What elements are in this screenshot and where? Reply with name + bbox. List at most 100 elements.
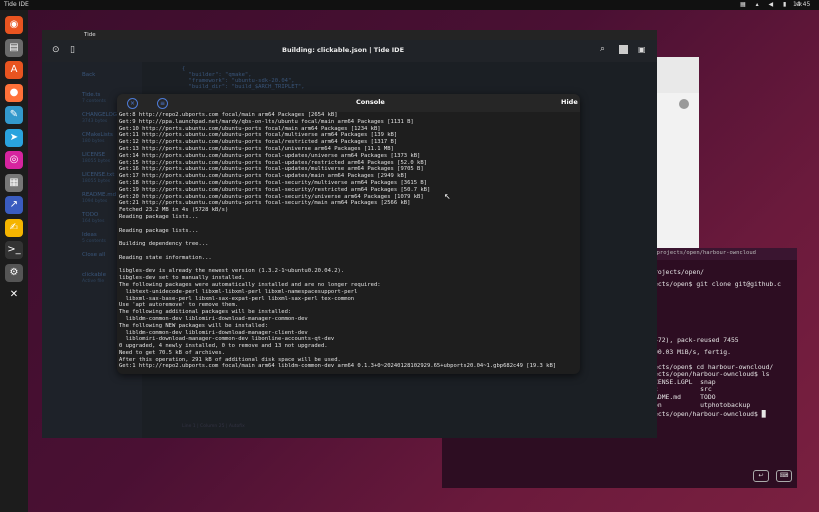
firefox-icon[interactable]: ● bbox=[5, 83, 23, 102]
terminal-line: ects/open/harbour-owncloud$ ls bbox=[654, 370, 770, 378]
terminal-line: on utphotobackup bbox=[654, 401, 751, 409]
console-line: Get:15 http://ports.ubuntu.com/ubuntu-po… bbox=[119, 159, 427, 166]
console-line: Get:10 http://ports.ubuntu.com/ubuntu-po… bbox=[119, 125, 381, 132]
feather-icon[interactable]: ✎ bbox=[5, 106, 23, 124]
sidebar-item[interactable]: LICENSE.txt bbox=[82, 172, 114, 178]
console-line: Get:18 http://ports.ubuntu.com/ubuntu-po… bbox=[119, 179, 427, 186]
console-line: libgles-dev is already the newest versio… bbox=[119, 268, 345, 275]
clear-icon[interactable]: ≡ bbox=[157, 98, 168, 109]
telegram-icon[interactable]: ➤ bbox=[5, 128, 23, 147]
console-line: Get:16 http://ports.ubuntu.com/ubuntu-po… bbox=[119, 166, 424, 173]
sidebar-item-detail: 18055 bytes bbox=[82, 159, 111, 164]
terminal-line: 00.03 MiB/s, fertig. bbox=[654, 348, 731, 356]
console-line: libgles-dev set to manually installed. bbox=[119, 275, 245, 282]
code-line: "build_dir": "build_$ARCH_TRIPLET", bbox=[182, 84, 305, 90]
sidebar-item-detail: 18055 bytes bbox=[82, 179, 111, 184]
sidebar-item[interactable]: CHANGELOG bbox=[82, 112, 117, 118]
terminal-icon[interactable]: ▣ bbox=[638, 45, 646, 54]
code-editor[interactable]: { "builder": "qmake", "framework": "ubun… bbox=[182, 66, 305, 90]
instagram-icon[interactable]: ◎ bbox=[5, 151, 23, 169]
console-line: The following additional packages will b… bbox=[119, 309, 292, 316]
terminal-line: c src bbox=[654, 385, 712, 393]
sidebar-item[interactable]: TODO bbox=[82, 212, 98, 218]
tide-icon[interactable]: ↗ bbox=[5, 196, 23, 214]
terminal-line: rojects/open/ bbox=[654, 268, 705, 276]
terminal-line: ects/open$ git clone git@github.c bbox=[654, 280, 781, 288]
ide-header: ⊙ ▯ Building: clickable.json | Tide IDE … bbox=[42, 40, 657, 62]
terminal-title: ~/projects/open/harbour-owncloud bbox=[650, 250, 756, 256]
console-output: Get:8 http://repo2.ubports.com focal/mai… bbox=[119, 112, 579, 370]
console-line: The following packages were automaticall… bbox=[119, 281, 381, 288]
sidebar-item[interactable]: README.md bbox=[82, 192, 116, 198]
console-line: Reading package lists... bbox=[119, 227, 199, 234]
console-line: After this operation, 291 kB of addition… bbox=[119, 356, 341, 363]
settings-icon[interactable]: ⚙ bbox=[5, 263, 23, 282]
avatar[interactable] bbox=[679, 99, 689, 109]
console-dialog: × ≡ Console Hide Get:8 http://repo2.ubpo… bbox=[117, 94, 580, 374]
menu-icon[interactable]: ⊙ bbox=[52, 45, 60, 55]
active-app-name[interactable]: Tide IDE bbox=[4, 0, 29, 10]
console-line: Get:19 http://ports.ubuntu.com/ubuntu-po… bbox=[119, 186, 431, 193]
console-line: Get:8 http://repo2.ubports.com focal/mai… bbox=[119, 112, 338, 118]
sidebar-item[interactable]: LICENSE bbox=[82, 152, 105, 158]
browser-toolbar bbox=[655, 57, 699, 93]
sidebar-item-detail: Active file bbox=[82, 279, 105, 284]
terminal-icon[interactable]: >_ bbox=[5, 241, 23, 259]
ide-window-title: Tide bbox=[84, 32, 96, 38]
browser-window[interactable] bbox=[655, 57, 699, 252]
console-line: libldm-common-dev liblomiri-download-man… bbox=[119, 315, 308, 322]
appcenter-icon[interactable]: A bbox=[5, 61, 23, 79]
hide-button[interactable]: Hide bbox=[561, 98, 578, 106]
ide-titlebar: Tide bbox=[42, 30, 657, 40]
ide-title: Building: clickable.json | Tide IDE bbox=[282, 46, 405, 54]
console-line: libxml-sax-base-perl libxml-sax-expat-pe… bbox=[119, 295, 355, 302]
x-icon[interactable]: ✕ bbox=[5, 286, 23, 304]
console-line: Get:13 http://ports.ubuntu.com/ubuntu-po… bbox=[119, 145, 394, 152]
console-line: Get:17 http://ports.ubuntu.com/ubuntu-po… bbox=[119, 173, 408, 180]
console-line: Reading package lists... bbox=[119, 213, 199, 220]
console-line: Get:20 http://ports.ubuntu.com/ubuntu-po… bbox=[119, 193, 424, 200]
console-line: The following NEW packages will be insta… bbox=[119, 322, 269, 329]
back-icon[interactable]: ↩ bbox=[753, 470, 769, 482]
mouse-cursor-icon: ↖ bbox=[444, 192, 451, 201]
notes-icon[interactable]: ✍ bbox=[5, 218, 23, 237]
console-line: Use 'apt autoremove' to remove them. bbox=[119, 302, 239, 309]
sidebar-item[interactable]: CMakeLists bbox=[82, 132, 113, 138]
search-icon[interactable]: ⌕ bbox=[600, 44, 605, 54]
sidebar-item[interactable]: Ideas bbox=[82, 232, 97, 238]
build-icon[interactable] bbox=[619, 45, 628, 54]
keyboard-icon[interactable]: ⌨ bbox=[776, 470, 792, 482]
calculator-icon[interactable]: ▦ bbox=[5, 173, 23, 192]
ubuntu-icon[interactable]: ◉ bbox=[5, 16, 23, 34]
terminal-line: ADME.md TODO bbox=[654, 393, 716, 401]
sidebar-item-detail: 1094 bytes bbox=[82, 199, 108, 204]
sidebar-item[interactable]: Back bbox=[82, 72, 95, 78]
stop-icon[interactable]: × bbox=[127, 98, 138, 109]
console-line: 0 upgraded, 4 newly installed, 0 to remo… bbox=[119, 343, 328, 350]
console-line: liblomiri-download-manager-common-dev li… bbox=[119, 336, 335, 343]
console-line: libtext-unidecode-perl libxml-libxml-per… bbox=[119, 288, 358, 295]
sidebar-item-detail: 180 bytes bbox=[82, 139, 105, 144]
clock[interactable]: 14:45 bbox=[793, 0, 810, 10]
console-line: Building dependency tree... bbox=[119, 241, 209, 248]
sidebar-toggle-icon[interactable]: ▯ bbox=[70, 45, 75, 55]
sidebar-item-detail: 7 contents bbox=[82, 99, 106, 104]
terminal-line: 472), pack-reused 7455 bbox=[654, 336, 739, 344]
editor-statusbar: Line 1 | Column 25 | Autofix bbox=[182, 424, 245, 429]
sidebar-item[interactable]: clickable bbox=[82, 272, 106, 278]
console-line: Reading state information... bbox=[119, 254, 212, 261]
console-line: Need to get 70.5 kB of archives. bbox=[119, 349, 225, 356]
sidebar-item-detail: 164 bytes bbox=[82, 219, 105, 224]
files-icon[interactable]: ▤ bbox=[5, 38, 23, 57]
top-panel: Tide IDE ▦ ▴ ◀ ▮ ⏻ 14:45 bbox=[0, 0, 819, 10]
dock: ◉ ▤ A ● ✎ ➤ ◎ ▦ ↗ ✍ >_ ⚙ ✕ bbox=[0, 10, 28, 512]
console-line: Get:9 http://ppa.launchpad.net/mardy/qbs… bbox=[119, 118, 414, 125]
terminal-line: ects/open/harbour-owncloud$ █ bbox=[654, 410, 766, 418]
sidebar-item-detail: 5 contents bbox=[82, 239, 106, 244]
console-line: Get:14 http://ports.ubuntu.com/ubuntu-po… bbox=[119, 152, 421, 159]
sidebar-item[interactable]: Tide.ts bbox=[82, 92, 100, 98]
sidebar-item[interactable]: Close all bbox=[82, 252, 105, 258]
console-line: Get:21 http://ports.ubuntu.com/ubuntu-po… bbox=[119, 200, 411, 207]
